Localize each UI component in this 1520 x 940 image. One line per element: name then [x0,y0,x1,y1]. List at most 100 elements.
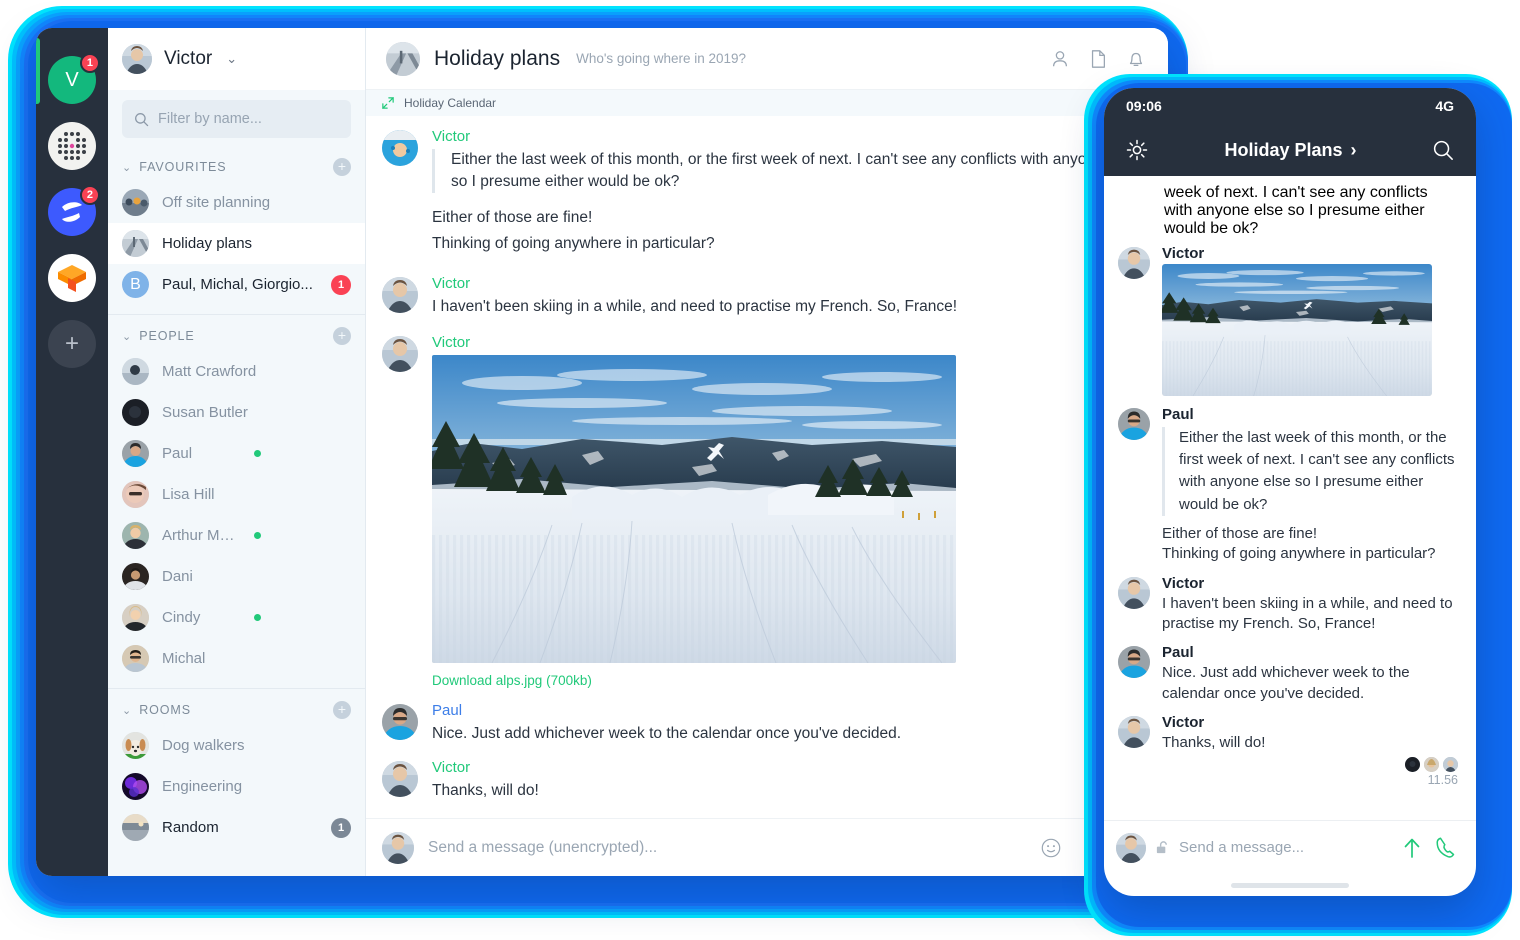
rail-item-add-space[interactable]: + [48,320,96,368]
sidebar-item-label: Lisa Hill [162,486,351,503]
sidebar-item-lisa-hill[interactable]: Lisa Hill [108,474,365,515]
message-image[interactable] [1162,264,1432,396]
download-link[interactable]: Download alps.jpg (700kb) [432,673,1146,688]
chat-avatar [386,42,420,76]
section-header-favourites[interactable]: ⌄ FAVOURITES + [108,146,365,182]
avatar-photo-matt [122,358,149,385]
sidebar-item-dog-walkers[interactable]: Dog walkers [108,725,365,766]
widget-bar[interactable]: Holiday Calendar [366,90,1168,116]
rail-item-space-orange[interactable] [48,254,96,302]
receipt-avatar [1405,757,1420,772]
sidebar: Victor ⌄ Filter by name... ⌄ FAVOURITES … [108,28,366,876]
message-sender: Victor [1162,245,1460,262]
message-input[interactable]: Send a message (unencrypted)... [428,839,1026,857]
sidebar-item-label: Matt Crawford [162,363,351,380]
sidebar-item-dani[interactable]: Dani [108,556,365,597]
avatar [382,761,418,797]
avatar [122,563,149,590]
phone-partial-message: week of next. I can't see any conflicts … [1104,180,1476,238]
chevron-down-icon[interactable]: ⌄ [122,161,131,174]
emoji-icon[interactable] [1040,837,1062,859]
call-icon[interactable] [1434,835,1460,861]
sidebar-item-label: Cindy [162,609,239,626]
space-avatar-dots [48,122,96,170]
status-network: 4G [1435,98,1454,114]
sidebar-item-engineering[interactable]: Engineering [108,766,365,807]
avatar [382,832,414,864]
message-image[interactable] [432,355,956,663]
avatar [1118,247,1150,279]
message-body: Victor [432,334,1146,688]
phone-message-item: Victor Thanks, will do! [1104,704,1476,753]
unlocked-icon [1155,840,1170,855]
phone-message-input[interactable]: Send a message... [1179,839,1390,856]
chevron-down-icon[interactable]: ⌄ [122,330,131,343]
avatar [122,604,149,631]
avatar [382,336,418,372]
person-icon[interactable] [1050,49,1070,69]
message-text: Thanks, will do! [432,780,1146,802]
section-header-people[interactable]: ⌄ PEOPLE + [108,315,365,351]
receipt-timestamp: 11.56 [1104,772,1476,787]
chevron-down-icon[interactable]: ⌄ [122,704,131,717]
message-text: Thinking of going anywhere in particular… [1162,544,1460,564]
sidebar-item-cindy[interactable]: Cindy [108,597,365,638]
message-sender: Victor [1162,714,1460,731]
avatar-photo-railway [122,230,149,257]
sidebar-item-group-paul-michal-giorgio[interactable]: B Paul, Michal, Giorgio... 1 [108,264,365,305]
file-icon[interactable] [1088,49,1108,69]
message-text: Either of those are fine! [432,207,1146,229]
add-person-button[interactable]: + [333,327,351,345]
widget-label: Holiday Calendar [404,96,496,110]
avatar-photo-offsite [122,189,149,216]
quoted-message: Either the last week of this month, or t… [432,149,1146,193]
expand-icon[interactable] [382,97,394,109]
avatar [1116,833,1146,863]
sidebar-item-michal[interactable]: Michal [108,638,365,679]
phone-title-group[interactable]: Holiday Plans › [1224,140,1356,161]
quote-text: Either the last week of this month, or t… [451,149,1146,193]
phone-message-list[interactable]: week of next. I can't see any conflicts … [1104,176,1476,820]
sidebar-item-matt-crawford[interactable]: Matt Crawford [108,351,365,392]
bell-icon[interactable] [1126,49,1146,69]
rail-item-space-victor[interactable]: V 1 [48,56,96,104]
rail-item-space-blue[interactable]: 2 [48,188,96,236]
search-icon[interactable] [1431,138,1456,163]
avatar [122,814,149,841]
chevron-down-icon[interactable]: ⌄ [226,51,237,67]
avatar-photo-sunset [122,814,149,841]
sidebar-item-off-site-planning[interactable]: Off site planning [108,182,365,223]
avatar-photo-dog [122,732,149,759]
avatar [122,645,149,672]
message-text: Nice. Just add whichever week to the cal… [432,723,1146,745]
sidebar-item-label: Paul, Michal, Giorgio... [162,276,318,293]
sidebar-item-random[interactable]: Random 1 [108,807,365,848]
rail-item-space-dots[interactable] [48,122,96,170]
plus-icon: + [48,320,96,368]
phone-nav-bar: Holiday Plans › [1104,124,1476,176]
send-arrow-icon[interactable] [1399,835,1425,861]
receipt-avatar [1443,757,1458,772]
section-header-rooms[interactable]: ⌄ ROOMS + [108,689,365,725]
search-input[interactable]: Filter by name... [122,100,351,138]
avatar [122,773,149,800]
avatar [122,358,149,385]
avatar-photo-dani [122,563,149,590]
message-item: Victor Either the last week of this mont… [366,122,1168,255]
sidebar-item-paul[interactable]: Paul [108,433,365,474]
sidebar-item-susan-butler[interactable]: Susan Butler [108,392,365,433]
phone-message-body: Victor Thanks, will do! [1162,714,1460,753]
sidebar-item-holiday-plans[interactable]: Holiday plans [108,223,365,264]
avatar [1118,577,1150,609]
avatar [122,230,149,257]
add-room-button[interactable]: + [333,701,351,719]
message-list[interactable]: Victor Either the last week of this mont… [366,116,1168,818]
chat-header: Holiday plans Who's going where in 2019? [366,28,1168,90]
avatar [1443,757,1458,772]
message-text: I haven't been skiing in a while, and ne… [1162,594,1460,635]
gear-icon[interactable] [1124,137,1150,163]
sidebar-item-arthur-moreno[interactable]: Arthur Moreno [108,515,365,556]
sidebar-user-row[interactable]: Victor ⌄ [108,28,365,90]
add-favourite-button[interactable]: + [333,158,351,176]
avatar-photo-paul [382,704,418,740]
